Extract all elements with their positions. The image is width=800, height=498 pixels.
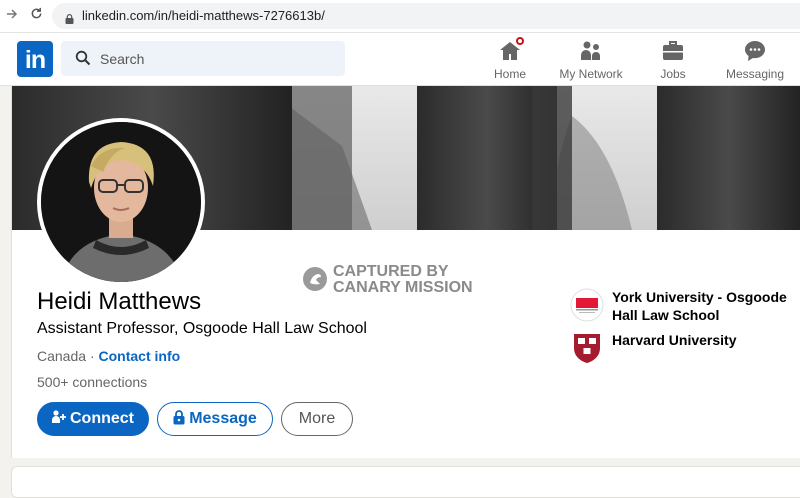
nav-home[interactable]: Home	[489, 35, 531, 81]
lock-icon	[173, 405, 185, 437]
browser-address-bar: linkedin.com/in/heidi-matthews-7276613b/	[0, 0, 800, 33]
harvard-shield-logo	[570, 331, 604, 365]
connect-label: Connect	[70, 410, 134, 427]
education-name: Harvard University	[612, 332, 737, 348]
add-person-icon	[52, 405, 66, 437]
more-button[interactable]: More	[281, 402, 353, 436]
nav-jobs-label: Jobs	[660, 67, 686, 81]
briefcase-icon	[661, 39, 685, 63]
forward-arrow-icon[interactable]	[6, 7, 18, 24]
people-icon	[579, 39, 603, 63]
york-university-logo	[570, 288, 604, 322]
nav-messaging-label: Messaging	[725, 67, 785, 81]
linkedin-logo[interactable]: in	[17, 41, 53, 77]
home-icon	[498, 35, 526, 63]
url-text: linkedin.com/in/heidi-matthews-7276613b/	[82, 8, 325, 23]
message-label: Message	[189, 410, 257, 427]
chat-icon	[743, 39, 767, 63]
watermark-text: CAPTURED BY CANARY MISSION	[333, 264, 473, 296]
site-info-icon[interactable]	[65, 11, 74, 29]
reload-icon[interactable]	[30, 7, 43, 24]
profile-card: CAPTURED BY CANARY MISSION Heidi Matthew…	[11, 86, 800, 458]
separator-dot: ·	[89, 348, 95, 364]
message-button[interactable]: Message	[157, 402, 273, 436]
education-name: York University - Osgoode Hall Law Schoo…	[612, 289, 787, 323]
watermark-line2: CANARY MISSION	[333, 279, 473, 296]
notification-badge	[514, 35, 526, 47]
contact-info-link[interactable]: Contact info	[99, 348, 181, 364]
avatar[interactable]	[37, 118, 205, 286]
connections-count[interactable]: 500+ connections	[37, 374, 147, 390]
avatar-photo	[41, 122, 201, 282]
search-placeholder: Search	[100, 51, 145, 67]
search-input[interactable]: Search	[61, 41, 345, 76]
search-icon	[75, 50, 91, 71]
canary-bird-icon	[302, 266, 328, 296]
nav-home-label: Home	[493, 67, 526, 81]
nav-my-network[interactable]: My Network	[554, 39, 628, 81]
profile-headline: Assistant Professor, Osgoode Hall Law Sc…	[37, 320, 367, 337]
nav-my-network-label: My Network	[559, 67, 623, 81]
profile-location: Canada	[37, 348, 87, 364]
location-line: Canada · Contact info	[37, 348, 180, 364]
url-field[interactable]: linkedin.com/in/heidi-matthews-7276613b/	[52, 3, 800, 29]
connect-button[interactable]: Connect	[37, 402, 149, 436]
nav-jobs[interactable]: Jobs	[655, 39, 691, 81]
nav-messaging[interactable]: Messaging	[722, 39, 788, 81]
linkedin-header: in Search Home My Network Jobs Messaging	[0, 33, 800, 86]
profile-name: Heidi Matthews	[37, 288, 202, 315]
next-section-card	[11, 466, 800, 498]
watermark-line1: CAPTURED BY	[333, 263, 449, 280]
